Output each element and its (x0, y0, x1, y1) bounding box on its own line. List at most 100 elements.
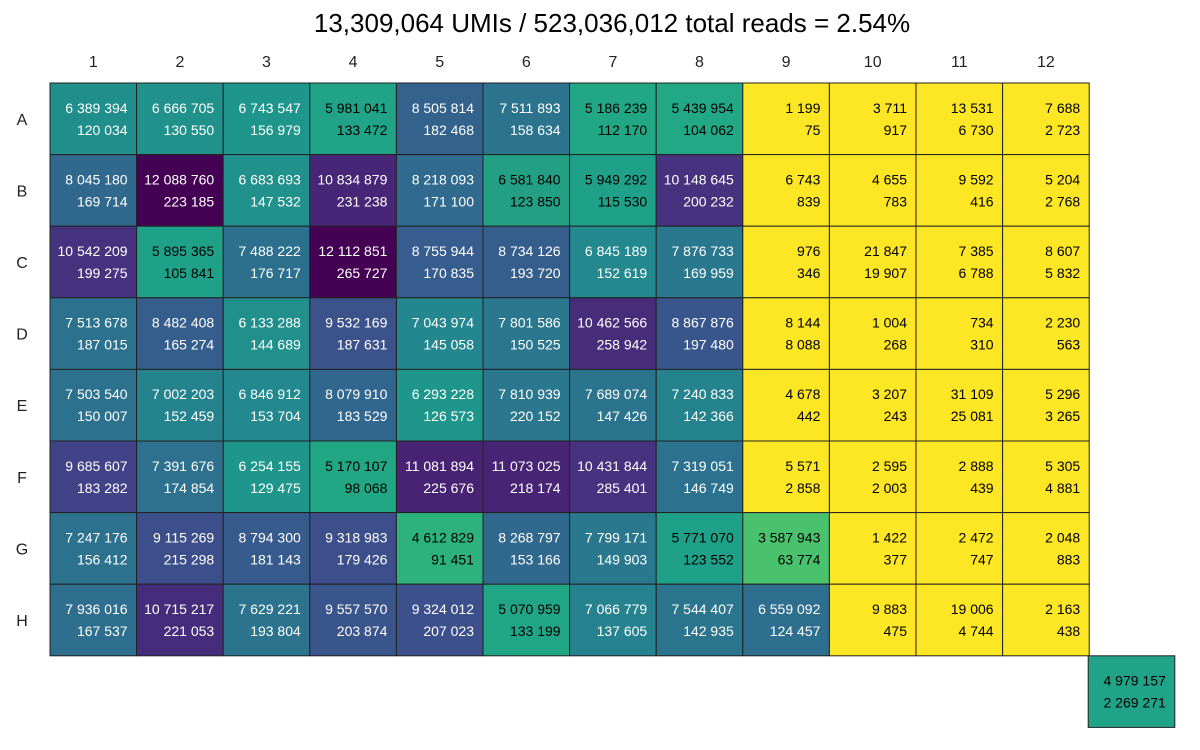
well-C12: 8 607 5 832 (1002, 225, 1090, 299)
well-D5-total-reads: 7 043 974 (412, 315, 474, 331)
well-E9-rect (742, 368, 830, 442)
well-D3: 6 133 288 144 689 (222, 297, 311, 370)
well-D5: 7 043 974 145 058 (395, 297, 484, 370)
well-F6-rect (482, 440, 571, 514)
well-C9-umis: 346 (797, 265, 821, 281)
well-A1-total-reads: 6 389 394 (65, 100, 127, 116)
well-C7-total-reads: 6 845 189 (585, 243, 647, 259)
well-G7-umis: 149 903 (597, 551, 648, 567)
well-F3-rect (222, 440, 311, 514)
column-label-2: 2 (175, 54, 184, 71)
well-D6-umis: 150 525 (510, 337, 561, 353)
well-E3-rect (222, 368, 311, 442)
well-C8-umis: 169 959 (683, 265, 734, 281)
well-A9-rect (742, 82, 830, 156)
well-B2: 12 088 760 223 185 (136, 154, 224, 227)
well-C10: 21 847 19 907 (828, 225, 917, 299)
well-C10-total-reads: 21 847 (864, 243, 907, 259)
well-A1-rect (49, 82, 138, 156)
well-C3: 7 488 222 176 717 (222, 225, 311, 299)
well-B2-umis: 223 185 (164, 193, 215, 209)
well-D12-total-reads: 2 230 (1045, 315, 1080, 331)
well-H9-rect (742, 583, 830, 657)
well-G2: 9 115 269 215 298 (136, 512, 224, 585)
well-H12-umis: 438 (1057, 623, 1081, 639)
well-B7: 5 949 292 115 530 (569, 154, 657, 227)
well-E8-rect (655, 368, 744, 442)
well-B1-umis: 169 714 (77, 193, 128, 209)
well-C2: 5 895 365 105 841 (136, 225, 224, 299)
well-G4: 9 318 983 179 426 (309, 512, 397, 585)
well-E7-total-reads: 7 689 074 (585, 386, 647, 402)
well-H12: 2 163 438 (1002, 583, 1090, 657)
well-F6: 11 073 025 218 174 (482, 440, 571, 514)
well-G4-umis: 179 426 (337, 551, 388, 567)
well-B11-total-reads: 9 592 (959, 171, 994, 187)
well-E6: 7 810 939 220 152 (482, 368, 571, 442)
well-A10: 3 711 917 (828, 82, 917, 156)
row-label-H: H (16, 613, 28, 630)
well-H10: 9 883 475 (828, 583, 917, 657)
well-C1: 10 542 209 199 275 (49, 225, 138, 299)
column-label-12: 12 (1037, 54, 1055, 71)
well-C9: 976346 (742, 225, 830, 299)
well-B2-rect (136, 154, 224, 227)
well-D8: 8 867 876 197 480 (655, 297, 744, 370)
well-H8: 7 544 407 142 935 (655, 583, 744, 657)
well-G6: 8 268 797 153 166 (482, 512, 571, 585)
well-E10: 3 207 243 (828, 368, 917, 442)
well-F7-total-reads: 10 431 844 (577, 458, 647, 474)
well-B9: 6 743 839 (742, 154, 830, 227)
well-F1: 9 685 607 183 282 (49, 440, 138, 514)
well-D10-total-reads: 1 004 (872, 315, 907, 331)
well-H11-total-reads: 19 006 (951, 601, 994, 617)
well-G3: 8 794 300 181 143 (222, 512, 311, 585)
well-H7-total-reads: 7 066 779 (585, 601, 647, 617)
well-F5-umis: 225 676 (423, 480, 474, 496)
well-B11-umis: 416 (970, 193, 994, 209)
well-H11: 19 006 4 744 (915, 583, 1004, 657)
well-H11-umis: 4 744 (959, 623, 994, 639)
well-C11: 7 385 6 788 (915, 225, 1004, 299)
well-B6-total-reads: 6 581 840 (498, 171, 560, 187)
well-D7-total-reads: 10 462 566 (577, 315, 647, 331)
well-F9-total-reads: 5 571 (785, 458, 820, 474)
well-G7-total-reads: 7 799 171 (585, 529, 647, 545)
well-E12: 5 296 3 265 (1002, 368, 1090, 442)
well-G11-umis: 747 (970, 551, 994, 567)
well-G12: 2 048 883 (1002, 512, 1090, 585)
well-F2-umis: 174 854 (164, 480, 215, 496)
well-C10-rect (828, 225, 917, 299)
well-B12-total-reads: 5 204 (1045, 171, 1080, 187)
column-label-10: 10 (864, 54, 882, 71)
well-A3-umis: 156 979 (250, 122, 301, 138)
well-D1-rect (49, 297, 138, 370)
well-B7-umis: 115 530 (598, 193, 648, 209)
well-F11-rect (915, 440, 1004, 514)
well-A4-rect (309, 82, 397, 156)
well-G2-total-reads: 9 115 269 (153, 529, 214, 545)
well-H6-total-reads: 5 070 959 (498, 601, 560, 617)
column-label-7: 7 (608, 54, 617, 71)
well-B3-rect (222, 154, 311, 227)
well-A6-rect (482, 82, 571, 156)
well-F11-total-reads: 2 888 (959, 458, 994, 474)
well-G10-rect (828, 512, 917, 585)
well-G6-total-reads: 8 268 797 (498, 529, 560, 545)
well-D7-rect (569, 297, 657, 370)
well-A11-umis: 6 730 (959, 122, 994, 138)
well-G3-total-reads: 8 794 300 (239, 529, 301, 545)
well-E2-umis: 152 459 (164, 408, 215, 424)
well-H4-rect (309, 583, 397, 657)
well-A7-total-reads: 5 186 239 (585, 100, 647, 116)
well-F10-total-reads: 2 595 (872, 458, 907, 474)
well-C6: 8 734 126 193 720 (482, 225, 571, 299)
well-E4-total-reads: 8 079 910 (325, 386, 387, 402)
column-label-9: 9 (782, 54, 791, 71)
well-H11-rect (915, 583, 1004, 657)
well-E11: 31 109 25 081 (915, 368, 1004, 442)
well-G8-rect (655, 512, 744, 585)
well-C3-total-reads: 7 488 222 (239, 243, 301, 259)
well-G2-umis: 215 298 (164, 551, 215, 567)
well-D5-rect (395, 297, 484, 370)
